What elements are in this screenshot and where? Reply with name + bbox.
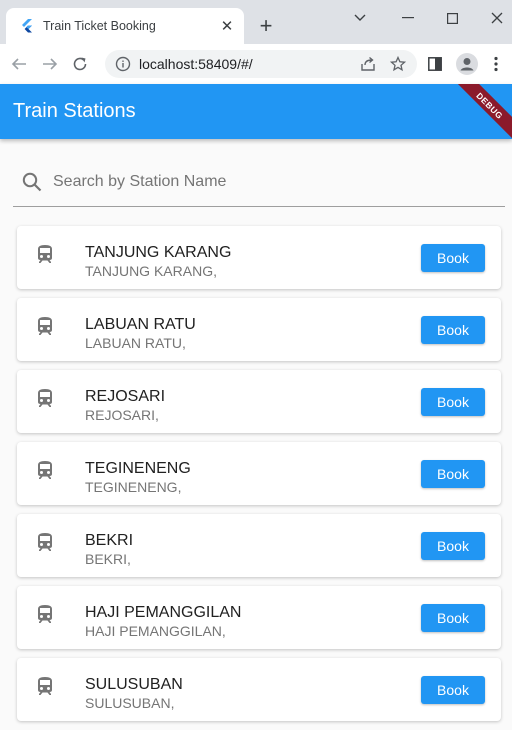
station-subtitle: HAJI PEMANGGILAN, xyxy=(85,623,226,639)
page-title: Train Stations xyxy=(13,100,136,122)
tab-close-icon[interactable]: ✕ xyxy=(216,15,238,37)
train-icon xyxy=(35,676,55,696)
book-button[interactable]: Book xyxy=(421,532,485,560)
station-card[interactable]: SULUSUBAN SULUSUBAN, Book xyxy=(17,658,501,721)
train-icon xyxy=(35,388,55,408)
station-card[interactable]: HAJI PEMANGGILAN HAJI PEMANGGILAN, Book xyxy=(17,586,501,649)
search-input[interactable] xyxy=(53,173,453,191)
flutter-logo-icon xyxy=(22,19,32,33)
search-icon xyxy=(22,172,42,192)
minimize-icon[interactable] xyxy=(393,6,423,30)
book-button[interactable]: Book xyxy=(421,604,485,632)
book-button[interactable]: Book xyxy=(421,388,485,416)
back-arrow-icon[interactable] xyxy=(7,52,31,76)
browser-menu-icon[interactable] xyxy=(484,52,508,76)
new-tab-icon[interactable]: + xyxy=(254,14,278,38)
browser-tab[interactable]: Train Ticket Booking ✕ xyxy=(6,8,244,44)
station-subtitle: TANJUNG KARANG, xyxy=(85,263,217,279)
book-button[interactable]: Book xyxy=(421,460,485,488)
station-name: LABUAN RATU xyxy=(85,316,196,333)
forward-arrow-icon[interactable] xyxy=(38,52,62,76)
station-card[interactable]: TANJUNG KARANG TANJUNG KARANG, Book xyxy=(17,226,501,289)
debug-banner: DEBUG xyxy=(449,84,512,139)
side-panel-icon[interactable] xyxy=(423,52,447,76)
browser-toolbar: localhost:58409/#/ xyxy=(0,44,512,84)
tab-title: Train Ticket Booking xyxy=(43,19,156,33)
station-name: BEKRI xyxy=(85,532,134,549)
station-list: TANJUNG KARANG TANJUNG KARANG, Book LABUAN … xyxy=(17,226,501,730)
station-name: TEGINENENG xyxy=(85,460,191,477)
book-button[interactable]: Book xyxy=(421,244,485,272)
browser-tab-bar: Train Ticket Booking ✕ + xyxy=(0,0,512,44)
station-name: REJOSARI xyxy=(85,388,166,405)
station-subtitle: TEGINENENG, xyxy=(85,479,182,495)
station-subtitle: LABUAN RATU, xyxy=(85,335,186,351)
bookmark-star-icon[interactable] xyxy=(387,53,409,75)
share-icon[interactable] xyxy=(357,53,379,75)
station-subtitle: SULUSUBAN, xyxy=(85,695,175,711)
reload-icon[interactable] xyxy=(68,52,92,76)
site-info-icon[interactable] xyxy=(115,56,131,72)
tab-search-icon[interactable] xyxy=(345,6,375,30)
train-icon xyxy=(35,244,55,264)
profile-avatar-icon[interactable] xyxy=(455,52,479,76)
station-card[interactable]: REJOSARI REJOSARI, Book xyxy=(17,370,501,433)
maximize-icon[interactable] xyxy=(437,6,467,30)
station-subtitle: REJOSARI, xyxy=(85,407,159,423)
station-subtitle: BEKRI, xyxy=(85,551,131,567)
book-button[interactable]: Book xyxy=(421,676,485,704)
train-icon xyxy=(35,532,55,552)
station-card[interactable]: LABUAN RATU LABUAN RATU, Book xyxy=(17,298,501,361)
url-text: localhost:58409/#/ xyxy=(139,56,253,72)
station-card[interactable]: TEGINENENG TEGINENENG, Book xyxy=(17,442,501,505)
train-icon xyxy=(35,460,55,480)
station-name: HAJI PEMANGGILAN xyxy=(85,604,242,621)
station-name: SULUSUBAN xyxy=(85,676,183,693)
search-bar xyxy=(13,158,505,207)
station-card[interactable]: BEKRI BEKRI, Book xyxy=(17,514,501,577)
address-bar[interactable]: localhost:58409/#/ xyxy=(105,50,417,78)
train-icon xyxy=(35,316,55,336)
train-icon xyxy=(35,604,55,624)
station-name: TANJUNG KARANG xyxy=(85,244,232,261)
close-window-icon[interactable] xyxy=(482,6,512,30)
book-button[interactable]: Book xyxy=(421,316,485,344)
app-bar: Train Stations DEBUG xyxy=(0,84,512,139)
